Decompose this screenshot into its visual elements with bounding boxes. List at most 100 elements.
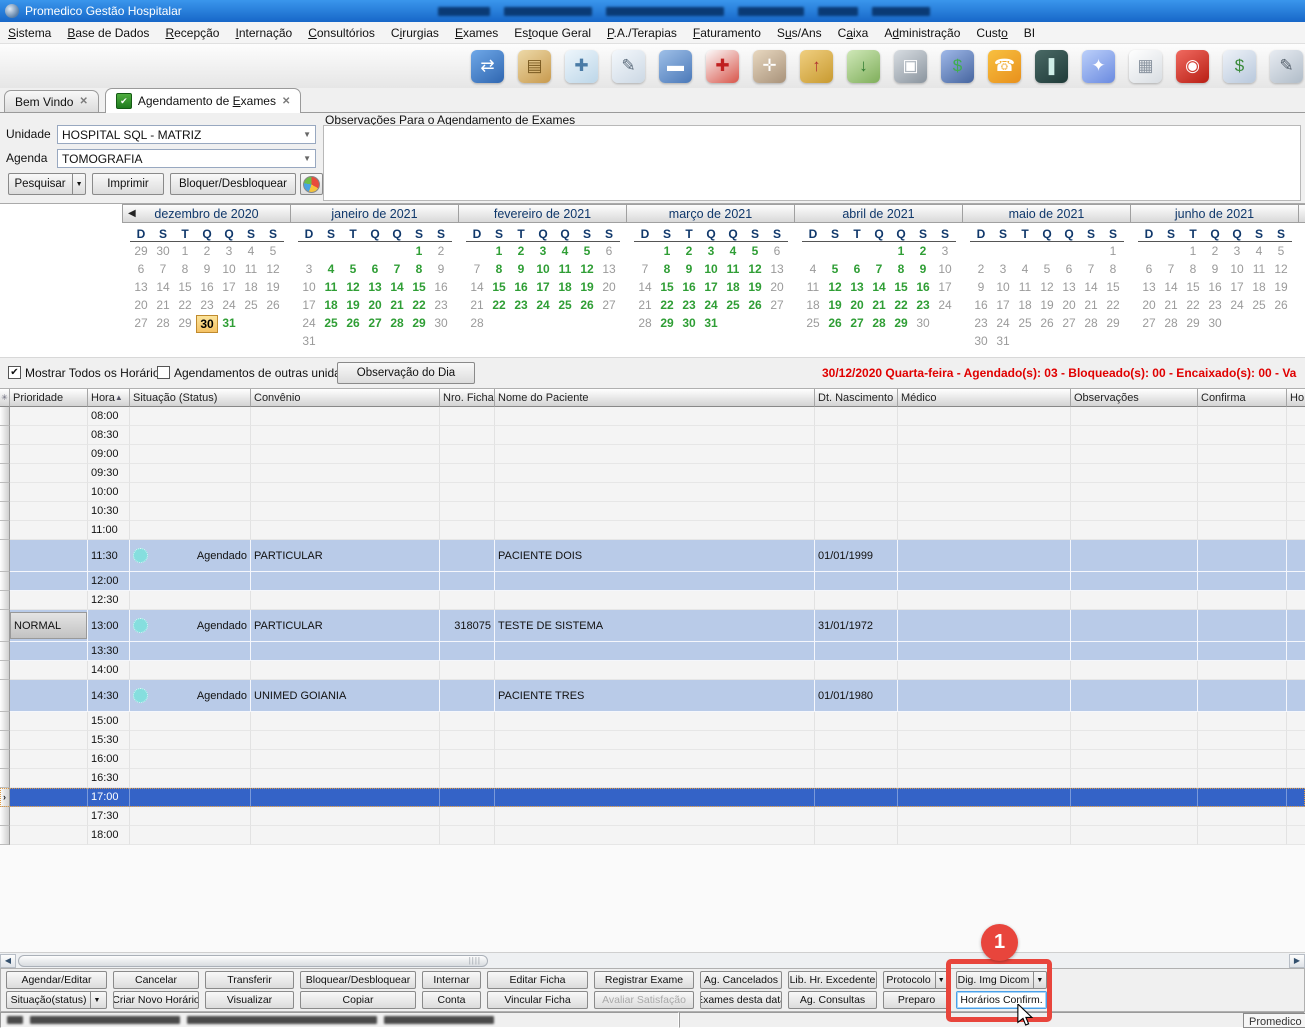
calendar-day[interactable]: 21 [386,296,408,314]
calendar-day[interactable]: 11 [802,278,824,296]
menu-p-a-terapias[interactable]: P.A./Terapias [599,23,685,43]
ag-consultas-button[interactable]: Ag. Consultas [788,991,877,1009]
menu-exames[interactable]: Exames [447,23,506,43]
schedule-row-1400[interactable]: 14:00 [0,661,1305,680]
schedule-row-1500[interactable]: 15:00 [0,712,1305,731]
transferir-button[interactable]: Transferir [205,971,294,989]
calendar-day[interactable]: 17 [700,278,722,296]
schedule-row-1800[interactable]: 18:00 [0,826,1305,845]
calendar-day[interactable]: 15 [408,278,430,296]
menu-custo[interactable]: Custo [968,23,1015,43]
calendar-day[interactable]: 13 [766,260,788,278]
menu-recep-o[interactable]: Recepção [157,23,227,43]
calendar-day[interactable]: 30 [678,314,700,332]
calendar-day[interactable]: 13 [1058,278,1080,296]
column-header-marker[interactable]: ✳ [0,389,10,407]
calendar-day[interactable]: 29 [130,242,152,260]
calendar-day[interactable]: 8 [488,260,510,278]
calendar-day[interactable]: 31 [298,332,320,350]
preparo-button[interactable]: Preparo [883,991,950,1009]
calendar-day[interactable]: 18 [722,278,744,296]
chat-bubble-icon[interactable]: ✦ [1082,50,1115,83]
calendar-day[interactable]: 3 [992,260,1014,278]
row-selector-cell[interactable] [0,591,10,610]
tab-agendamento-de-exames[interactable]: ✔Agendamento de Exames✕ [105,88,302,113]
schedule-row-1000[interactable]: 10:00 [0,483,1305,502]
calendar-day[interactable]: 24 [218,296,240,314]
calendar-day[interactable]: 23 [912,296,934,314]
dig-img-dicom-dropdown-icon[interactable]: ▼ [1033,972,1045,988]
calendar-day[interactable]: 16 [912,278,934,296]
calendar-day[interactable]: 3 [934,242,956,260]
calendar-day[interactable]: 19 [744,278,766,296]
calendar-day[interactable]: 31 [218,314,240,332]
calendar-day[interactable]: 19 [262,278,284,296]
calendar-prev-icon[interactable]: ◀ [128,208,136,219]
calendar-day[interactable]: 17 [218,278,240,296]
calendar-day[interactable]: 16 [430,278,452,296]
calendar-day[interactable]: 9 [678,260,700,278]
schedule-row-0930[interactable]: 09:30 [0,464,1305,483]
calendar-day[interactable]: 16 [970,296,992,314]
calendar-day[interactable]: 23 [196,296,218,314]
calendar-day[interactable]: 25 [722,296,744,314]
column-header-situa-o-status[interactable]: Situação (Status) [130,389,251,407]
chevron-down-icon[interactable]: ▼ [303,130,311,139]
menu-consult-rios[interactable]: Consultórios [300,23,383,43]
calendar-day[interactable]: 15 [656,278,678,296]
calendar-day[interactable]: 12 [824,278,846,296]
calendar-day[interactable]: 30 [152,242,174,260]
calendar-day[interactable]: 6 [598,242,620,260]
calendar-day[interactable]: 15 [1182,278,1204,296]
calendar-day[interactable]: 19 [576,278,598,296]
protocolo-button[interactable]: Protocolo▼ [883,971,950,989]
schedule-row-1330[interactable]: 13:30 [0,642,1305,661]
calendar-day[interactable]: 5 [1270,242,1292,260]
calendar-day[interactable]: 6 [766,242,788,260]
calendar-day[interactable]: 6 [1058,260,1080,278]
calendar-day[interactable]: 26 [1270,296,1292,314]
calendar-day[interactable]: 22 [656,296,678,314]
calendar-day[interactable]: 29 [408,314,430,332]
calendar-day[interactable]: 10 [532,260,554,278]
calendar-day[interactable]: 24 [934,296,956,314]
calendar-day[interactable]: 12 [1036,278,1058,296]
menu-base-de-dados[interactable]: Base de Dados [59,23,157,43]
safe-icon[interactable]: ▣ [894,50,927,83]
menu-sus-ans[interactable]: Sus/Ans [769,23,830,43]
calendar-day[interactable]: 5 [262,242,284,260]
calendar-day[interactable]: 9 [1204,260,1226,278]
column-header-nro-ficha[interactable]: Nro. Ficha [440,389,495,407]
menu-interna-o[interactable]: Internação [227,23,300,43]
calendar-day[interactable]: 24 [992,314,1014,332]
calendar-day[interactable]: 14 [152,278,174,296]
horizontal-scrollbar[interactable]: ◀ |||| ▶ [0,952,1305,968]
calendar-day[interactable]: 26 [744,296,766,314]
calendar-day[interactable]: 14 [386,278,408,296]
calendar-day[interactable]: 11 [1014,278,1036,296]
calendar-day[interactable]: 20 [1058,296,1080,314]
calendar-day[interactable]: 13 [1138,278,1160,296]
calendar-day[interactable]: 1 [1102,242,1124,260]
calendar-day[interactable]: 14 [1080,278,1102,296]
row-selector-cell[interactable] [0,750,10,769]
calendar-day[interactable]: 23 [430,296,452,314]
calendar-day[interactable]: 15 [890,278,912,296]
calendar-day[interactable]: 25 [240,296,262,314]
registrar-exame-button[interactable]: Registrar Exame [594,971,694,989]
schedule-row-1600[interactable]: 16:00 [0,750,1305,769]
calendar-day[interactable]: 28 [634,314,656,332]
calendar-day[interactable]: 2 [912,242,934,260]
scrollbar-thumb[interactable]: |||| [18,955,488,967]
menu-faturamento[interactable]: Faturamento [685,23,769,43]
protocolo-dropdown-icon[interactable]: ▼ [935,972,947,988]
calendar-day[interactable]: 10 [992,278,1014,296]
pesquisar-button[interactable]: Pesquisar ▼ [8,173,86,195]
calendar-day[interactable]: 29 [1102,314,1124,332]
calendar-day[interactable]: 1 [174,242,196,260]
scroll-right-icon[interactable]: ▶ [1289,954,1305,968]
calendar-day[interactable]: 29 [890,314,912,332]
row-selector-cell[interactable] [0,445,10,464]
calendar-day[interactable]: 10 [218,260,240,278]
row-selector-cell[interactable] [0,610,10,642]
